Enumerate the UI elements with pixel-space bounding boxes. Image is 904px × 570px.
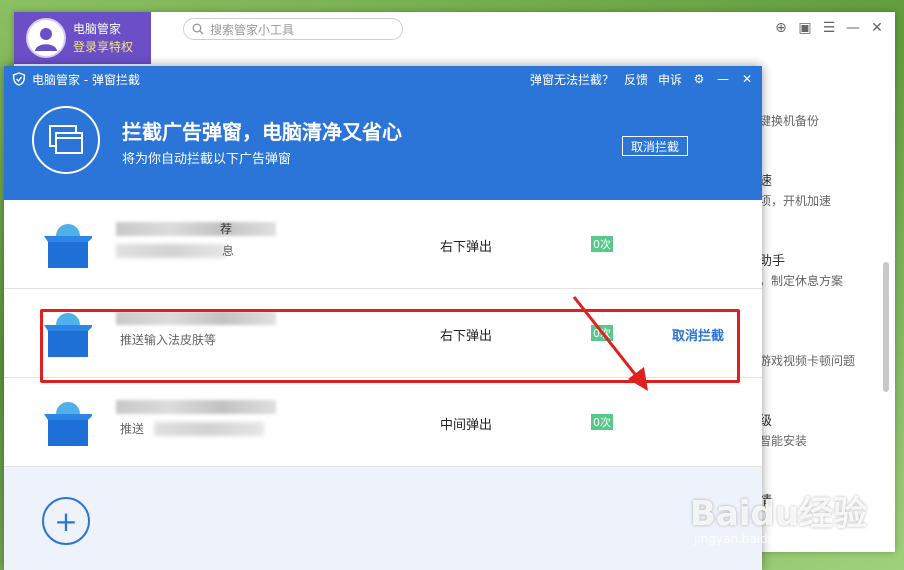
login-vip-link[interactable]: 登录享特权: [73, 38, 133, 56]
close-icon[interactable]: ✕: [740, 72, 754, 86]
profile-name: 电脑管家: [73, 22, 122, 36]
add-area: +: [4, 467, 762, 567]
popup-position: 中间弹出: [440, 418, 493, 433]
window-title: 电脑管家 - 弹窗拦截: [32, 72, 140, 87]
popup-block-window: 电脑管家 - 弹窗拦截 弹窗无法拦截？ 反馈 申诉 ⚙ — ✕ 拦截广告弹窗，电…: [4, 66, 762, 570]
app-desc: 推送输入法皮肤等: [120, 333, 217, 347]
search-input[interactable]: 搜索管家小工具: [183, 18, 403, 40]
user-profile[interactable]: 电脑管家 登录享特权: [14, 12, 151, 64]
avatar[interactable]: [26, 18, 66, 58]
desc-blurred: [154, 422, 264, 436]
header-title: 拦截广告弹窗，电脑清净又省心: [122, 120, 402, 144]
add-rule-button[interactable]: +: [42, 497, 90, 545]
window-stack-icon: [32, 106, 100, 174]
block-count-badge: 0次: [591, 325, 613, 341]
watermark-url: jingyan.baidu.com: [694, 532, 805, 546]
feedback-link[interactable]: 反馈: [624, 71, 648, 88]
app-box-icon: [44, 313, 92, 357]
menu-icon[interactable]: ☰: [821, 20, 837, 36]
app-name-blurred: [116, 311, 276, 325]
watermark-logo: Baidu经验: [690, 494, 868, 534]
app-box-icon: [44, 402, 92, 446]
app-desc: 推送: [120, 422, 145, 436]
app-box-icon: [44, 224, 92, 268]
search-placeholder: 搜索管家小工具: [210, 22, 295, 37]
list-item[interactable]: 级智能安装: [759, 402, 889, 482]
desc-blurred: [116, 244, 226, 258]
minimize-icon[interactable]: —: [845, 20, 861, 36]
user-icon: [35, 28, 57, 51]
list-item[interactable]: 速项，开机加速: [759, 162, 889, 242]
scrollbar[interactable]: [883, 262, 889, 392]
app-name-tail: 荐: [220, 222, 233, 236]
table-row[interactable]: 推送输入法皮肤等 右下弹出 0次 取消拦截: [4, 289, 762, 378]
app-name-blurred: [116, 222, 276, 236]
search-icon: [192, 23, 204, 35]
close-icon[interactable]: ✕: [869, 20, 885, 36]
app-desc: 息: [222, 244, 235, 258]
list-item[interactable]: 助手 ，制定休息方案: [759, 242, 889, 322]
list-item[interactable]: 键换机备份: [759, 82, 889, 162]
block-count-badge: 0次: [591, 236, 613, 252]
appeal-link[interactable]: 申诉: [658, 71, 682, 88]
table-row[interactable]: 荐 息 右下弹出 0次: [4, 200, 762, 289]
minimize-icon[interactable]: —: [716, 72, 730, 86]
skin-icon[interactable]: ▣: [797, 20, 813, 36]
gear-icon[interactable]: ⚙: [692, 72, 706, 86]
popup-header: 拦截广告弹窗，电脑清净又省心 将为你自动拦截以下广告弹窗 取消拦截: [4, 92, 762, 200]
shield-icon: [12, 72, 26, 86]
cancel-block-link[interactable]: 取消拦截: [672, 325, 724, 344]
title-bar: 电脑管家 - 弹窗拦截 弹窗无法拦截？ 反馈 申诉 ⚙ — ✕: [4, 66, 762, 92]
cant-block-link[interactable]: 弹窗无法拦截？: [530, 71, 614, 88]
cancel-all-button[interactable]: 取消拦截: [622, 136, 688, 156]
blocked-popup-list: 荐 息 右下弹出 0次 推送输入法皮肤等 右下弹出 0次 取消拦截 推送 中间弹…: [4, 200, 762, 467]
popup-position: 右下弹出: [440, 240, 493, 255]
popup-position: 右下弹出: [440, 329, 493, 344]
app-name-blurred: [116, 400, 276, 414]
list-item[interactable]: 游戏视频卡顿问题: [759, 322, 889, 402]
header-subtitle: 将为你自动拦截以下广告弹窗: [122, 152, 292, 167]
table-row[interactable]: 推送 中间弹出 0次: [4, 378, 762, 467]
block-count-badge: 0次: [591, 414, 613, 430]
share-icon[interactable]: ⊕: [773, 20, 789, 36]
